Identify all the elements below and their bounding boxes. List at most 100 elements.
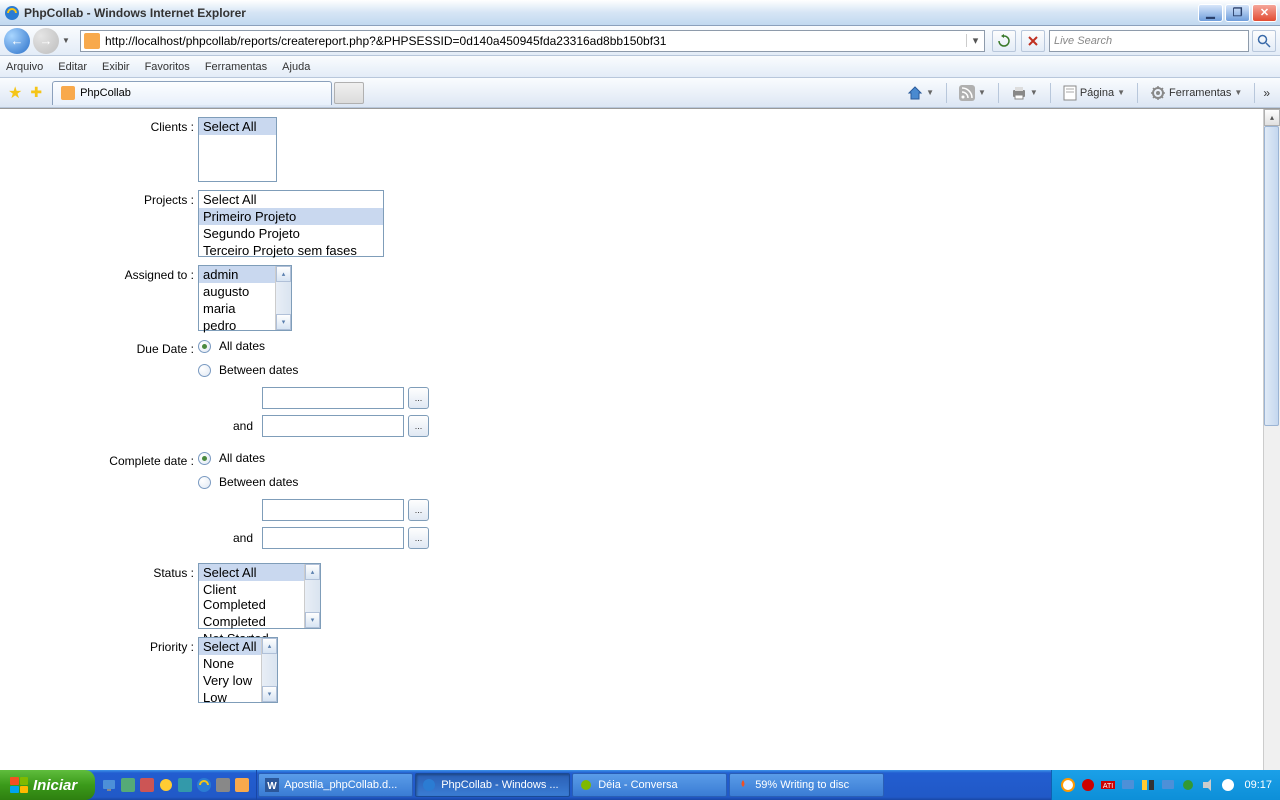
feeds-button[interactable]: ▼ [955, 83, 990, 103]
list-item[interactable]: Select All [199, 118, 276, 135]
add-favorite-icon[interactable]: ✚ [30, 84, 42, 101]
list-item[interactable]: Select All [199, 638, 261, 655]
windows-taskbar: Iniciar W Apostila_phpCollab.d... PhpCol… [0, 770, 1280, 800]
menu-arquivo[interactable]: Arquivo [6, 61, 43, 73]
close-button[interactable]: ✕ [1252, 4, 1277, 22]
burn-icon [736, 778, 750, 792]
list-item[interactable]: Segundo Projeto [199, 225, 383, 242]
completedate-all-radio[interactable] [198, 452, 211, 465]
tools-button[interactable]: Ferramentas▼ [1146, 83, 1246, 103]
status-listbox[interactable]: Select All Client Completed Completed No… [198, 563, 321, 629]
url-text[interactable]: http://localhost/phpcollab/reports/creat… [103, 34, 966, 48]
minimize-button[interactable]: ▁ [1198, 4, 1223, 22]
favorites-icon[interactable]: ★ [8, 83, 22, 103]
list-item[interactable]: maria [199, 300, 275, 317]
scroll-up-button[interactable]: ▴ [1264, 109, 1280, 126]
list-item[interactable]: augusto [199, 283, 275, 300]
ql-icon[interactable] [196, 777, 212, 793]
listbox-scrollbar[interactable]: ▴▾ [304, 564, 320, 628]
new-tab-button[interactable] [334, 82, 364, 104]
taskbar-item[interactable]: W Apostila_phpCollab.d... [258, 773, 413, 797]
clients-listbox[interactable]: Select All [198, 117, 277, 182]
duedate-to-input[interactable] [262, 415, 404, 437]
assigned-listbox[interactable]: admin augusto maria pedro ▴▾ [198, 265, 292, 331]
home-button[interactable]: ▼ [903, 83, 938, 103]
menu-editar[interactable]: Editar [58, 61, 87, 73]
list-item[interactable]: pedro [199, 317, 275, 334]
list-item[interactable]: None [199, 655, 261, 672]
list-item[interactable]: Client Completed [199, 581, 304, 613]
tray-icon[interactable]: ATI [1100, 777, 1116, 793]
search-button[interactable] [1252, 30, 1276, 52]
completedate-between-radio[interactable] [198, 476, 211, 489]
search-placeholder: Live Search [1050, 35, 1248, 47]
duedate-all-radio[interactable] [198, 340, 211, 353]
taskbar-item[interactable]: Déia - Conversa [572, 773, 727, 797]
window-title: PhpCollab - Windows Internet Explorer [24, 6, 1197, 20]
address-bar[interactable]: http://localhost/phpcollab/reports/creat… [80, 30, 985, 52]
menu-exibir[interactable]: Exibir [102, 61, 130, 73]
tray-icon[interactable] [1180, 777, 1196, 793]
duedate-from-picker[interactable]: ... [408, 387, 429, 409]
tray-icon[interactable] [1140, 777, 1156, 793]
taskbar-item[interactable]: 59% Writing to disc [729, 773, 884, 797]
tray-icon[interactable] [1060, 777, 1076, 793]
clock[interactable]: 09:17 [1244, 779, 1272, 791]
start-button[interactable]: Iniciar [0, 770, 95, 800]
duedate-to-picker[interactable]: ... [408, 415, 429, 437]
completedate-to-input[interactable] [262, 527, 404, 549]
ql-icon[interactable] [120, 777, 136, 793]
completedate-all-label: All dates [219, 451, 265, 465]
menu-favoritos[interactable]: Favoritos [145, 61, 190, 73]
completedate-from-input[interactable] [262, 499, 404, 521]
list-item[interactable]: Very low [199, 672, 261, 689]
ql-icon[interactable] [177, 777, 193, 793]
completedate-to-picker[interactable]: ... [408, 527, 429, 549]
menu-ferramentas[interactable]: Ferramentas [205, 61, 267, 73]
list-item[interactable]: Completed [199, 613, 304, 630]
tray-icon[interactable] [1160, 777, 1176, 793]
url-dropdown[interactable]: ▾ [966, 34, 984, 47]
page-scrollbar[interactable]: ▴ ▾ [1263, 109, 1280, 794]
taskbar-item-label: PhpCollab - Windows ... [441, 779, 558, 791]
listbox-scrollbar[interactable]: ▴▾ [261, 638, 277, 702]
tray-icon[interactable] [1200, 777, 1216, 793]
ql-icon[interactable] [101, 777, 117, 793]
ql-icon[interactable] [139, 777, 155, 793]
list-item[interactable]: Terceiro Projeto sem fases [199, 242, 383, 259]
quick-launch [95, 770, 257, 800]
completedate-from-picker[interactable]: ... [408, 499, 429, 521]
completedate-and-label: and [228, 531, 258, 545]
tray-icon[interactable] [1220, 777, 1236, 793]
list-item[interactable]: Low [199, 689, 261, 706]
browser-tab[interactable]: PhpCollab [52, 81, 332, 105]
refresh-button[interactable] [992, 30, 1016, 52]
forward-button[interactable]: → [33, 28, 59, 54]
stop-button[interactable] [1021, 30, 1045, 52]
duedate-from-input[interactable] [262, 387, 404, 409]
maximize-button[interactable]: ❐ [1225, 4, 1250, 22]
ql-icon[interactable] [234, 777, 250, 793]
duedate-between-radio[interactable] [198, 364, 211, 377]
nav-history-dropdown[interactable]: ▼ [62, 36, 74, 45]
back-button[interactable]: ← [4, 28, 30, 54]
list-item[interactable]: admin [199, 266, 275, 283]
menu-ajuda[interactable]: Ajuda [282, 61, 310, 73]
taskbar-item[interactable]: PhpCollab - Windows ... [415, 773, 570, 797]
duedate-between-label: Between dates [219, 363, 298, 377]
listbox-scrollbar[interactable]: ▴▾ [275, 266, 291, 330]
toolbar-overflow[interactable]: » [1263, 86, 1270, 100]
search-bar[interactable]: Live Search [1049, 30, 1249, 52]
projects-listbox[interactable]: Select All Primeiro Projeto Segundo Proj… [198, 190, 384, 257]
list-item[interactable]: Select All [199, 191, 383, 208]
page-button[interactable]: Página▼ [1059, 83, 1129, 103]
print-button[interactable]: ▼ [1007, 83, 1042, 103]
ql-icon[interactable] [158, 777, 174, 793]
scroll-thumb[interactable] [1264, 126, 1279, 426]
tray-icon[interactable] [1080, 777, 1096, 793]
priority-listbox[interactable]: Select All None Very low Low ▴▾ [198, 637, 278, 703]
tray-icon[interactable] [1120, 777, 1136, 793]
list-item[interactable]: Select All [199, 564, 304, 581]
ql-icon[interactable] [215, 777, 231, 793]
list-item[interactable]: Primeiro Projeto [199, 208, 383, 225]
